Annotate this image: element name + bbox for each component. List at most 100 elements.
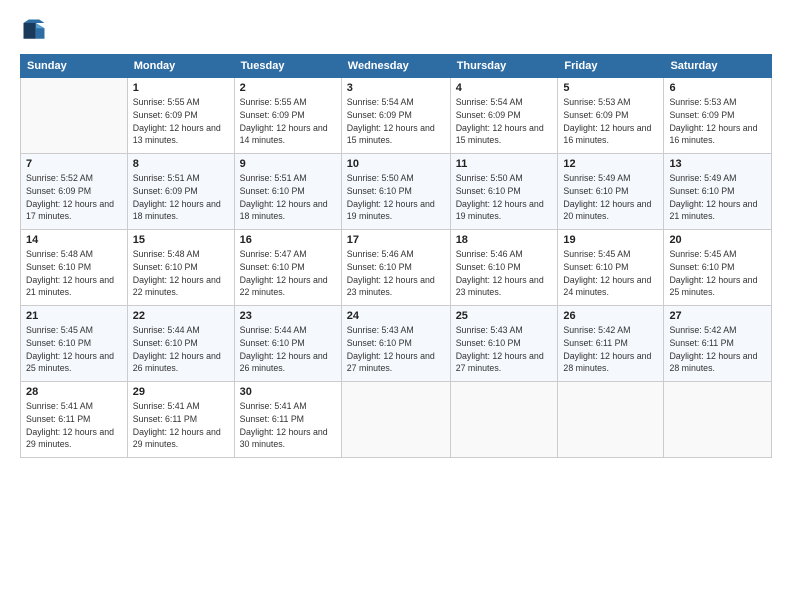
day-number: 8 [133,158,229,170]
day-detail: Sunrise: 5:42 AM Sunset: 6:11 PM Dayligh… [669,324,766,375]
daylight-label: Daylight: 12 hours and 20 minutes. [563,199,651,222]
day-number: 11 [456,158,553,170]
sunrise-label: Sunrise: 5:54 AM [347,97,414,107]
day-number: 17 [347,234,445,246]
sunset-label: Sunset: 6:11 PM [669,338,733,348]
daylight-label: Daylight: 12 hours and 21 minutes. [26,275,114,298]
calendar-cell: 22 Sunrise: 5:44 AM Sunset: 6:10 PM Dayl… [127,306,234,382]
day-number: 21 [26,310,122,322]
daylight-label: Daylight: 12 hours and 23 minutes. [456,275,544,298]
calendar-cell: 13 Sunrise: 5:49 AM Sunset: 6:10 PM Dayl… [664,154,772,230]
calendar-cell [450,382,558,458]
calendar-cell [664,382,772,458]
day-number: 30 [240,386,336,398]
sunset-label: Sunset: 6:10 PM [669,186,734,196]
sunrise-label: Sunrise: 5:55 AM [133,97,200,107]
sunrise-label: Sunrise: 5:44 AM [240,325,307,335]
day-number: 13 [669,158,766,170]
calendar-cell: 12 Sunrise: 5:49 AM Sunset: 6:10 PM Dayl… [558,154,664,230]
sunrise-label: Sunrise: 5:48 AM [26,249,93,259]
daylight-label: Daylight: 12 hours and 15 minutes. [347,123,435,146]
sunrise-label: Sunrise: 5:47 AM [240,249,307,259]
day-detail: Sunrise: 5:49 AM Sunset: 6:10 PM Dayligh… [669,172,766,223]
calendar-cell: 25 Sunrise: 5:43 AM Sunset: 6:10 PM Dayl… [450,306,558,382]
sunset-label: Sunset: 6:09 PM [669,110,734,120]
sunset-label: Sunset: 6:10 PM [240,338,305,348]
sunset-label: Sunset: 6:10 PM [240,262,305,272]
calendar-cell: 20 Sunrise: 5:45 AM Sunset: 6:10 PM Dayl… [664,230,772,306]
day-number: 29 [133,386,229,398]
day-detail: Sunrise: 5:45 AM Sunset: 6:10 PM Dayligh… [669,248,766,299]
sunset-label: Sunset: 6:10 PM [133,262,198,272]
weekday-header: Sunday [21,55,128,78]
daylight-label: Daylight: 12 hours and 13 minutes. [133,123,221,146]
daylight-label: Daylight: 12 hours and 15 minutes. [456,123,544,146]
sunrise-label: Sunrise: 5:46 AM [347,249,414,259]
day-detail: Sunrise: 5:41 AM Sunset: 6:11 PM Dayligh… [26,400,122,451]
calendar-cell: 16 Sunrise: 5:47 AM Sunset: 6:10 PM Dayl… [234,230,341,306]
day-number: 22 [133,310,229,322]
sunset-label: Sunset: 6:10 PM [669,262,734,272]
sunset-label: Sunset: 6:11 PM [133,414,197,424]
day-number: 27 [669,310,766,322]
day-detail: Sunrise: 5:46 AM Sunset: 6:10 PM Dayligh… [456,248,553,299]
weekday-header: Thursday [450,55,558,78]
calendar-cell: 11 Sunrise: 5:50 AM Sunset: 6:10 PM Dayl… [450,154,558,230]
sunrise-label: Sunrise: 5:53 AM [669,97,736,107]
day-detail: Sunrise: 5:55 AM Sunset: 6:09 PM Dayligh… [240,96,336,147]
calendar-cell: 30 Sunrise: 5:41 AM Sunset: 6:11 PM Dayl… [234,382,341,458]
day-number: 19 [563,234,658,246]
sunrise-label: Sunrise: 5:43 AM [347,325,414,335]
sunset-label: Sunset: 6:10 PM [133,338,198,348]
sunrise-label: Sunrise: 5:55 AM [240,97,307,107]
daylight-label: Daylight: 12 hours and 30 minutes. [240,427,328,450]
calendar-table: SundayMondayTuesdayWednesdayThursdayFrid… [20,54,772,458]
calendar-cell: 21 Sunrise: 5:45 AM Sunset: 6:10 PM Dayl… [21,306,128,382]
sunrise-label: Sunrise: 5:45 AM [563,249,630,259]
daylight-label: Daylight: 12 hours and 25 minutes. [26,351,114,374]
day-number: 12 [563,158,658,170]
calendar-cell: 2 Sunrise: 5:55 AM Sunset: 6:09 PM Dayli… [234,78,341,154]
calendar-cell: 23 Sunrise: 5:44 AM Sunset: 6:10 PM Dayl… [234,306,341,382]
daylight-label: Daylight: 12 hours and 21 minutes. [669,199,757,222]
sunrise-label: Sunrise: 5:41 AM [26,401,93,411]
sunrise-label: Sunrise: 5:41 AM [133,401,200,411]
calendar-cell: 29 Sunrise: 5:41 AM Sunset: 6:11 PM Dayl… [127,382,234,458]
sunrise-label: Sunrise: 5:52 AM [26,173,93,183]
day-number: 14 [26,234,122,246]
sunrise-label: Sunrise: 5:42 AM [669,325,736,335]
sunset-label: Sunset: 6:09 PM [240,110,305,120]
daylight-label: Daylight: 12 hours and 29 minutes. [133,427,221,450]
calendar-cell: 17 Sunrise: 5:46 AM Sunset: 6:10 PM Dayl… [341,230,450,306]
calendar-cell: 5 Sunrise: 5:53 AM Sunset: 6:09 PM Dayli… [558,78,664,154]
day-number: 26 [563,310,658,322]
calendar-cell: 24 Sunrise: 5:43 AM Sunset: 6:10 PM Dayl… [341,306,450,382]
calendar-cell: 3 Sunrise: 5:54 AM Sunset: 6:09 PM Dayli… [341,78,450,154]
daylight-label: Daylight: 12 hours and 25 minutes. [669,275,757,298]
sunrise-label: Sunrise: 5:50 AM [347,173,414,183]
calendar-week-row: 14 Sunrise: 5:48 AM Sunset: 6:10 PM Dayl… [21,230,772,306]
day-number: 3 [347,82,445,94]
daylight-label: Daylight: 12 hours and 28 minutes. [563,351,651,374]
day-number: 7 [26,158,122,170]
sunset-label: Sunset: 6:11 PM [563,338,627,348]
sunset-label: Sunset: 6:10 PM [456,338,521,348]
sunset-label: Sunset: 6:10 PM [347,186,412,196]
weekday-header: Tuesday [234,55,341,78]
calendar-week-row: 7 Sunrise: 5:52 AM Sunset: 6:09 PM Dayli… [21,154,772,230]
daylight-label: Daylight: 12 hours and 23 minutes. [347,275,435,298]
calendar-cell: 26 Sunrise: 5:42 AM Sunset: 6:11 PM Dayl… [558,306,664,382]
sunset-label: Sunset: 6:10 PM [347,262,412,272]
page: SundayMondayTuesdayWednesdayThursdayFrid… [0,0,792,612]
sunset-label: Sunset: 6:10 PM [456,186,521,196]
day-detail: Sunrise: 5:43 AM Sunset: 6:10 PM Dayligh… [456,324,553,375]
calendar-header-row: SundayMondayTuesdayWednesdayThursdayFrid… [21,55,772,78]
daylight-label: Daylight: 12 hours and 24 minutes. [563,275,651,298]
sunset-label: Sunset: 6:10 PM [456,262,521,272]
calendar-cell: 14 Sunrise: 5:48 AM Sunset: 6:10 PM Dayl… [21,230,128,306]
sunrise-label: Sunrise: 5:50 AM [456,173,523,183]
calendar-cell: 4 Sunrise: 5:54 AM Sunset: 6:09 PM Dayli… [450,78,558,154]
calendar-cell: 27 Sunrise: 5:42 AM Sunset: 6:11 PM Dayl… [664,306,772,382]
day-detail: Sunrise: 5:46 AM Sunset: 6:10 PM Dayligh… [347,248,445,299]
daylight-label: Daylight: 12 hours and 27 minutes. [347,351,435,374]
